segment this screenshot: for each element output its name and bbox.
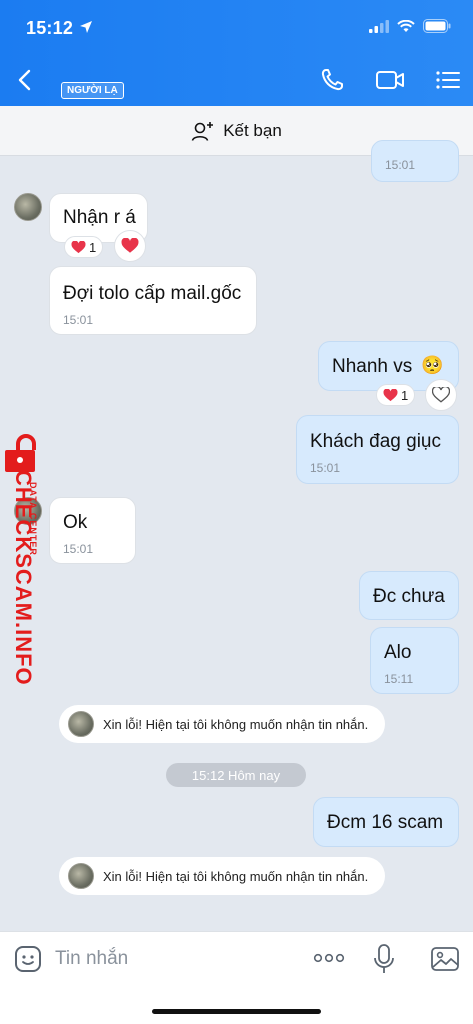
location-arrow-icon (80, 21, 92, 33)
chat-header: 15:12 NGƯỜI LẠ (0, 0, 473, 106)
message-text: Khách đag giục (310, 431, 441, 452)
heart-icon (71, 240, 86, 253)
home-indicator (152, 1009, 321, 1014)
system-notice-text: Xin lỗi! Hiện tại tôi không muốn nhận ti… (103, 716, 369, 732)
message-bubble-out[interactable]: Đcm 16 scam (313, 797, 459, 847)
reaction-chip[interactable]: 1 (64, 236, 104, 258)
video-icon[interactable] (375, 66, 405, 94)
message-text: Đợi tolo cấp mail.gốc (63, 283, 242, 304)
heart-icon (121, 238, 139, 253)
sticker-icon[interactable] (14, 945, 42, 973)
message-bubble-out[interactable]: Alo 15:11 (370, 627, 459, 694)
message-time: 15:01 (385, 158, 416, 172)
reaction-count: 1 (89, 239, 97, 255)
avatar[interactable] (14, 193, 42, 221)
avatar (68, 863, 94, 889)
message-text: Đc chưa (373, 586, 445, 607)
message-text: Nhanh vs (332, 356, 413, 377)
message-text: Đcm 16 scam (327, 812, 444, 833)
react-button[interactable] (114, 230, 146, 262)
heart-outline-icon (432, 387, 450, 403)
reaction-count: 1 (401, 387, 409, 403)
message-time: 15:01 (310, 461, 341, 475)
avatar (68, 711, 94, 737)
add-friend-label: Kết bạn (223, 120, 282, 140)
message-time: 15:01 (63, 542, 94, 556)
phone-icon[interactable] (318, 66, 348, 94)
message-bubble-out[interactable]: 15:01 (371, 140, 459, 182)
watermark-subtext: DATA CENTER (28, 482, 38, 556)
signal-icon (369, 19, 389, 33)
reaction-chip[interactable]: 1 (376, 384, 416, 406)
system-notice: Xin lỗi! Hiện tại tôi không muốn nhận ti… (59, 705, 385, 743)
message-bubble-in[interactable]: Đợi tolo cấp mail.gốc 15:01 (49, 266, 257, 335)
date-separator: 15:12 Hôm nay (166, 763, 306, 787)
menu-icon[interactable] (433, 66, 463, 94)
message-input[interactable]: Tin nhắn (55, 948, 128, 970)
image-icon[interactable] (430, 945, 460, 973)
message-bubble-out[interactable]: Khách đag giục 15:01 (296, 415, 459, 484)
more-icon[interactable] (313, 952, 345, 964)
system-notice: Xin lỗi! Hiện tại tôi không muốn nhận ti… (59, 857, 385, 895)
message-bubble-out[interactable]: Đc chưa (359, 571, 459, 620)
battery-icon (423, 19, 451, 33)
mic-icon[interactable] (373, 943, 395, 975)
emoji: 🥺 (421, 355, 444, 375)
status-time: 15:12 (26, 18, 74, 38)
wifi-icon (397, 19, 415, 32)
message-text: Alo (384, 642, 412, 663)
message-bubble-in[interactable]: Ok 15:01 (49, 497, 136, 564)
lock-icon (5, 434, 36, 472)
message-text: Ok (63, 512, 88, 533)
heart-icon (383, 388, 398, 401)
add-person-icon (191, 121, 214, 141)
status-icons (369, 19, 451, 33)
message-time: 15:11 (384, 672, 414, 686)
message-time: 15:01 (63, 313, 94, 327)
back-icon[interactable] (14, 66, 38, 94)
message-text: Nhận r á (63, 207, 136, 228)
system-notice-text: Xin lỗi! Hiện tại tôi không muốn nhận ti… (103, 868, 369, 884)
react-button[interactable] (425, 379, 457, 411)
stranger-badge: NGƯỜI LẠ (61, 82, 124, 99)
